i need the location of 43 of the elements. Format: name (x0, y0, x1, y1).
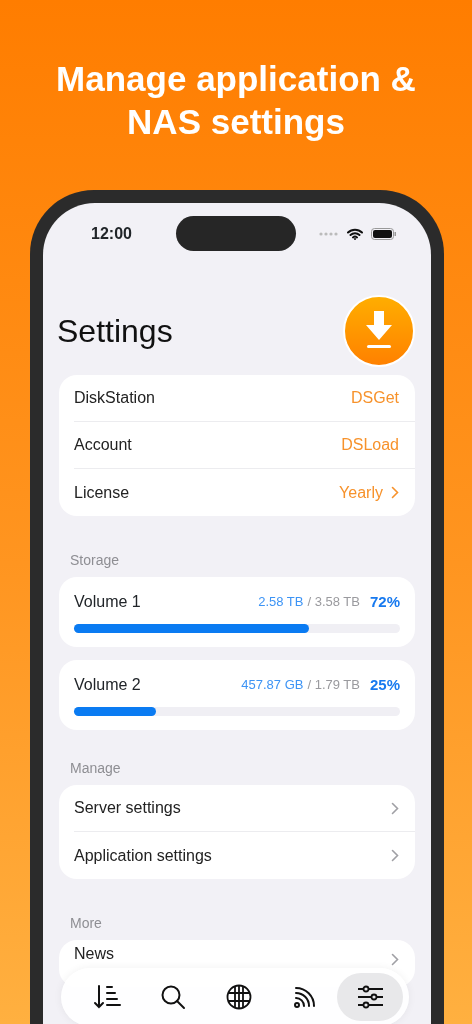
used-space: 2.58 TB (258, 593, 304, 612)
settings-row[interactable]: License Yearly (74, 469, 415, 516)
chevron-icon (391, 849, 399, 862)
row-value: Yearly (339, 482, 383, 503)
sort-list-icon (92, 984, 123, 1010)
total-space: / 3.58 TB (307, 593, 360, 612)
settings-row[interactable]: Account DSLoad (74, 422, 415, 469)
usage-percent: 25% (369, 674, 400, 695)
chevron-icon (391, 486, 399, 499)
battery-icon (371, 228, 397, 240)
signal-icon (319, 232, 339, 236)
chevron-icon (391, 953, 399, 966)
settings-row[interactable]: Application settings (74, 832, 415, 879)
settings-row[interactable]: Server settings (74, 785, 415, 832)
wifi-icon (347, 228, 363, 240)
row-label: DiskStation (74, 388, 155, 408)
status-time: 12:00 (91, 224, 132, 244)
volume-name: Volume 1 (74, 592, 141, 612)
row-label: News (74, 944, 114, 964)
globe-icon (226, 984, 252, 1010)
tab-button[interactable] (337, 973, 403, 1021)
sliders-icon (357, 985, 384, 1009)
section-header: Manage (70, 759, 122, 778)
app-logo-icon (343, 295, 415, 367)
row-label: License (74, 482, 130, 503)
usage-percent: 72% (369, 591, 400, 612)
used-space: 457.87 GB (241, 676, 304, 695)
section-header: More (70, 914, 103, 933)
row-label: Account (74, 435, 132, 455)
row-label: Application settings (74, 845, 212, 866)
search-icon (160, 984, 187, 1010)
total-space: / 1.79 TB (307, 676, 360, 695)
headline: Manage application & NAS settings (55, 58, 417, 143)
settings-row[interactable]: News (74, 940, 415, 966)
row-label: Server settings (74, 798, 181, 818)
row-value: DSGet (351, 388, 399, 408)
rss-icon (292, 985, 317, 1009)
row-value: DSLoad (341, 435, 399, 455)
volume-name: Volume 2 (74, 675, 141, 695)
section-header: Storage (70, 551, 121, 570)
page-title: Settings (57, 312, 173, 351)
settings-row[interactable]: DiskStation DSGet (74, 375, 415, 422)
chevron-icon (391, 801, 399, 815)
